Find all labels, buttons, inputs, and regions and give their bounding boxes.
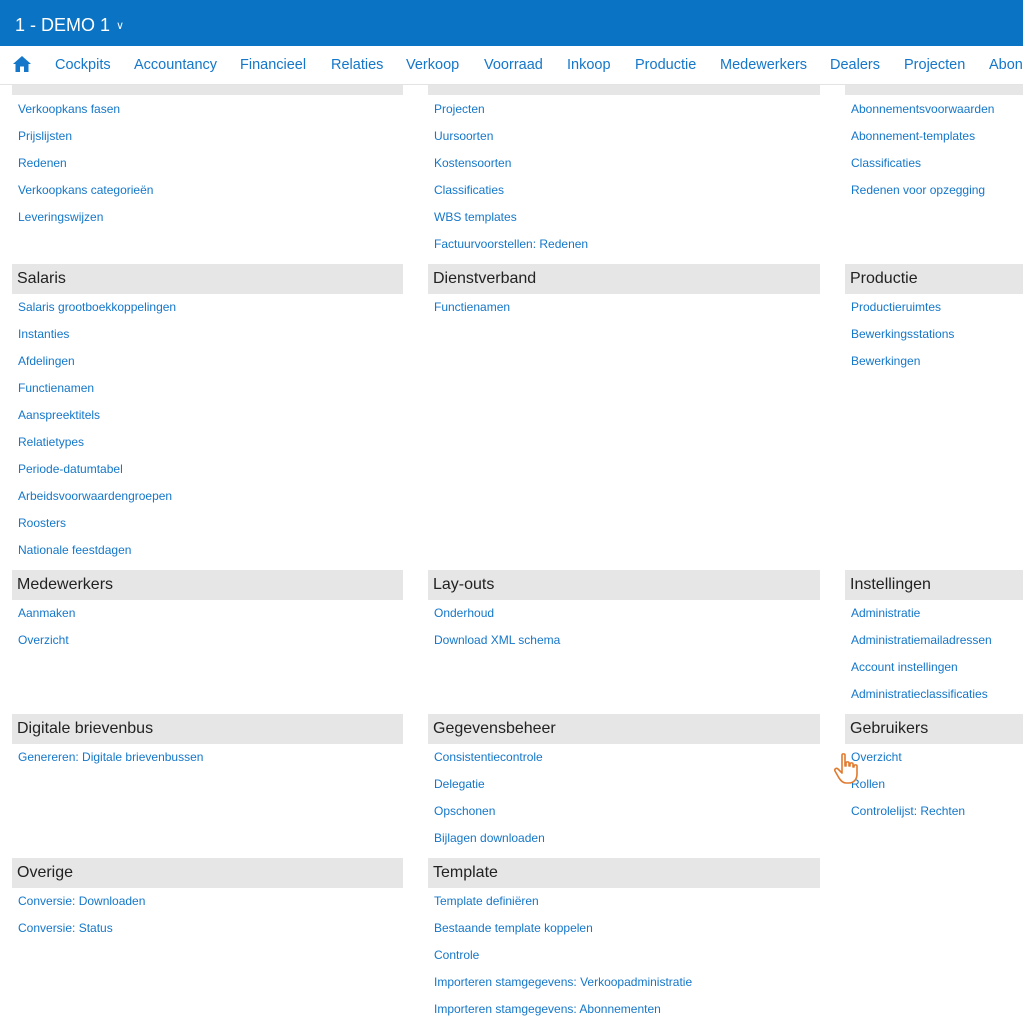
link-template-definieren[interactable]: Template definiëren <box>434 894 539 908</box>
administration-title: 1 - DEMO 1 <box>15 14 111 35</box>
link-afdelingen[interactable]: Afdelingen <box>18 354 75 368</box>
link-bestaande-template-koppelen[interactable]: Bestaande template koppelen <box>434 921 593 935</box>
link-administratiemailadressen[interactable]: Administratiemailadressen <box>851 633 992 647</box>
col3-partial-section-header <box>845 85 1023 95</box>
link-abonnementsvoorwaarden[interactable]: Abonnementsvoorwaarden <box>851 102 994 116</box>
link-projecten[interactable]: Projecten <box>434 102 485 116</box>
nav-item-abonnementen[interactable]: Abon <box>989 57 1023 73</box>
section-header-gebruikers: Gebruikers <box>845 714 1023 744</box>
link-importeren-stamgegevens-abonnementen[interactable]: Importeren stamgegevens: Abonnementen <box>434 1002 661 1016</box>
link-opschonen[interactable]: Opschonen <box>434 804 495 818</box>
nav-item-productie[interactable]: Productie <box>635 57 696 73</box>
link-roosters[interactable]: Roosters <box>18 516 66 530</box>
link-redenen[interactable]: Redenen <box>18 156 67 170</box>
nav-item-relaties[interactable]: Relaties <box>331 57 383 73</box>
section-header-dienstverband: Dienstverband <box>428 264 820 294</box>
link-periode-datumtabel[interactable]: Periode-datumtabel <box>18 462 123 476</box>
link-conversie-status[interactable]: Conversie: Status <box>18 921 113 935</box>
section-header-medewerkers: Medewerkers <box>12 570 403 600</box>
link-functienamen[interactable]: Functienamen <box>18 381 94 395</box>
section-header-template: Template <box>428 858 820 888</box>
link-account-instellingen[interactable]: Account instellingen <box>851 660 958 674</box>
link-abonnement-templates[interactable]: Abonnement-templates <box>851 129 975 143</box>
link-consistentiecontrole[interactable]: Consistentiecontrole <box>434 750 543 764</box>
nav-item-dealers[interactable]: Dealers <box>830 57 880 73</box>
administration-switcher[interactable]: 1 - DEMO 1 ∨ <box>15 12 124 37</box>
link-genereren-digitale-brievenbussen[interactable]: Genereren: Digitale brievenbussen <box>18 750 203 764</box>
link-wbs-templates[interactable]: WBS templates <box>434 210 517 224</box>
link-productieruimtes[interactable]: Productieruimtes <box>851 300 941 314</box>
top-bar: 1 - DEMO 1 ∨ <box>0 0 1023 46</box>
link-verkoopkans-fasen[interactable]: Verkoopkans fasen <box>18 102 120 116</box>
link-redenen-voor-opzegging[interactable]: Redenen voor opzegging <box>851 183 985 197</box>
col1-partial-section-header <box>12 85 403 95</box>
nav-item-verkoop[interactable]: Verkoop <box>406 57 459 73</box>
link-importeren-stamgegevens-verkoopadministratie[interactable]: Importeren stamgegevens: Verkoopadminist… <box>434 975 692 989</box>
main-nav: Cockpits Accountancy Financieel Relaties… <box>0 46 1023 85</box>
link-prijslijsten[interactable]: Prijslijsten <box>18 129 72 143</box>
link-controle[interactable]: Controle <box>434 948 479 962</box>
link-delegatie[interactable]: Delegatie <box>434 777 485 791</box>
link-salaris-grootboekkoppelingen[interactable]: Salaris grootboekkoppelingen <box>18 300 176 314</box>
nav-item-medewerkers[interactable]: Medewerkers <box>720 57 807 73</box>
link-uursoorten[interactable]: Uursoorten <box>434 129 493 143</box>
link-classificaties[interactable]: Classificaties <box>434 183 504 197</box>
link-overzicht[interactable]: Overzicht <box>18 633 69 647</box>
link-instanties[interactable]: Instanties <box>18 327 69 341</box>
nav-item-financieel[interactable]: Financieel <box>240 57 306 73</box>
nav-item-projecten[interactable]: Projecten <box>904 57 965 73</box>
link-relatietypes[interactable]: Relatietypes <box>18 435 84 449</box>
nav-item-cockpits[interactable]: Cockpits <box>55 57 111 73</box>
link-conversie-downloaden[interactable]: Conversie: Downloaden <box>18 894 145 908</box>
link-overzicht[interactable]: Overzicht <box>851 750 902 764</box>
link-factuurvoorstellen-redenen[interactable]: Factuurvoorstellen: Redenen <box>434 237 588 251</box>
section-header-gegevensbeheer: Gegevensbeheer <box>428 714 820 744</box>
link-onderhoud[interactable]: Onderhoud <box>434 606 494 620</box>
section-header-productie: Productie <box>845 264 1023 294</box>
link-bijlagen-downloaden[interactable]: Bijlagen downloaden <box>434 831 545 845</box>
section-header-digitale-brievenbus: Digitale brievenbus <box>12 714 403 744</box>
link-controlelijst-rechten[interactable]: Controlelijst: Rechten <box>851 804 965 818</box>
section-header-lay-outs: Lay-outs <box>428 570 820 600</box>
link-aanmaken[interactable]: Aanmaken <box>18 606 75 620</box>
link-arbeidsvoorwaardengroepen[interactable]: Arbeidsvoorwaardengroepen <box>18 489 172 503</box>
link-administratie[interactable]: Administratie <box>851 606 920 620</box>
link-functienamen[interactable]: Functienamen <box>434 300 510 314</box>
nav-item-inkoop[interactable]: Inkoop <box>567 57 611 73</box>
link-kostensoorten[interactable]: Kostensoorten <box>434 156 511 170</box>
link-bewerkingen[interactable]: Bewerkingen <box>851 354 920 368</box>
nav-item-accountancy[interactable]: Accountancy <box>134 57 217 73</box>
section-header-overige: Overige <box>12 858 403 888</box>
link-leveringswijzen[interactable]: Leveringswijzen <box>18 210 103 224</box>
link-download-xml-schema[interactable]: Download XML schema <box>434 633 560 647</box>
link-nationale-feestdagen[interactable]: Nationale feestdagen <box>18 543 131 557</box>
section-header-instellingen: Instellingen <box>845 570 1023 600</box>
settings-overview: Verkoopkans fasen Prijslijsten Redenen Verk… <box>0 85 1023 1025</box>
link-verkoopkans-categorieen[interactable]: Verkoopkans categorieën <box>18 183 153 197</box>
link-classificaties[interactable]: Classificaties <box>851 156 921 170</box>
link-bewerkingsstations[interactable]: Bewerkingsstations <box>851 327 954 341</box>
home-icon[interactable] <box>12 54 32 74</box>
link-rollen[interactable]: Rollen <box>851 777 885 791</box>
section-header-salaris: Salaris <box>12 264 403 294</box>
col2-partial-section-header <box>428 85 820 95</box>
nav-item-voorraad[interactable]: Voorraad <box>484 57 543 73</box>
link-administratieclassificaties[interactable]: Administratieclassificaties <box>851 687 988 701</box>
link-aanspreektitels[interactable]: Aanspreektitels <box>18 408 100 422</box>
chevron-down-icon: ∨ <box>116 20 125 32</box>
